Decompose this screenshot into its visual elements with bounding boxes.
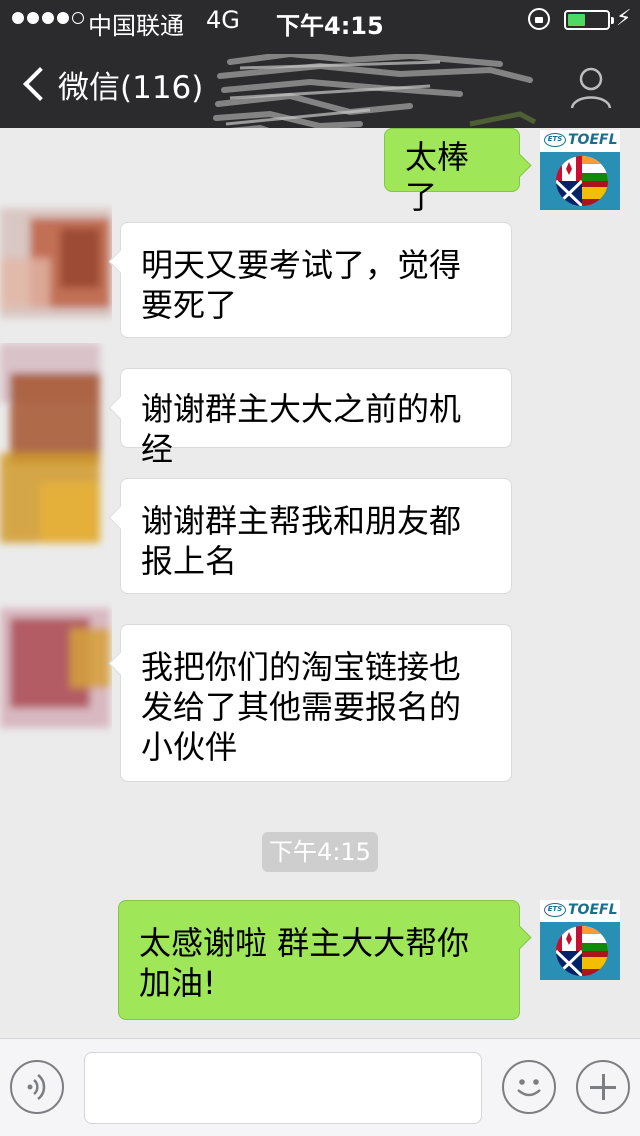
charging-icon: ⚡ <box>616 6 632 31</box>
toefl-brand: TOEFL <box>568 902 618 918</box>
carrier-name: 中国联通 <box>88 12 184 40</box>
blurred-avatar <box>0 208 112 318</box>
emoji-button[interactable] <box>502 1060 556 1114</box>
toefl-avatar[interactable]: ETS TOEFL <box>540 900 620 980</box>
ets-badge: ETS <box>544 133 566 147</box>
nav-bar: 微信(116) <box>0 40 640 149</box>
message-text: 明天又要考试了，觉得要死了 <box>141 246 462 324</box>
plus-button[interactable] <box>576 1060 630 1114</box>
message-bubble-outgoing[interactable]: 太棒了 <box>384 128 520 216</box>
message-bubble-incoming[interactable]: 谢谢群主帮我和朋友都报上名 <box>120 478 512 594</box>
back-button[interactable]: 微信(116) <box>18 60 203 108</box>
lock-rotation-icon <box>528 8 550 30</box>
flags-icon <box>556 156 608 206</box>
flags-icon <box>556 926 608 976</box>
blurred-avatar <box>0 608 110 728</box>
message-text: 太棒了 <box>405 138 470 216</box>
chat-area[interactable]: 太棒了 ETS TOEFL 明天又要考试了，觉得要死了 谢谢群主大大之前的机经 … <box>0 128 640 1038</box>
message-text: 谢谢群主大大之前的机经 <box>141 390 462 468</box>
voice-icon <box>27 1074 46 1100</box>
ets-badge: ETS <box>544 903 566 917</box>
voice-button[interactable] <box>10 1060 64 1114</box>
message-bubble-incoming[interactable]: 明天又要考试了，觉得要死了 <box>120 222 512 338</box>
network-type: 4G <box>206 6 240 34</box>
input-toolbar <box>0 1038 640 1136</box>
blurred-avatar <box>0 343 100 543</box>
person-icon[interactable] <box>566 62 616 112</box>
signal-icon <box>12 12 84 24</box>
status-time: 下午4:15 <box>276 12 384 40</box>
toefl-avatar[interactable]: ETS TOEFL <box>540 130 620 210</box>
message-bubble-incoming[interactable]: 谢谢群主大大之前的机经 <box>120 368 512 468</box>
message-timestamp: 下午4:15 <box>262 832 378 872</box>
chevron-left-icon <box>23 67 57 101</box>
status-bar: 中国联通 4G 下午4:15 ⚡ <box>0 0 640 40</box>
message-input[interactable] <box>84 1052 482 1124</box>
message-bubble-incoming[interactable]: 我把你们的淘宝链接也发给了其他需要报名的小伙伴 <box>120 624 512 782</box>
toefl-brand: TOEFL <box>568 132 618 148</box>
message-text: 我把你们的淘宝链接也发给了其他需要报名的小伙伴 <box>141 648 462 766</box>
message-bubble-outgoing[interactable]: 太感谢啦 群主大大帮你加油! <box>118 900 520 1020</box>
battery-icon <box>564 10 614 30</box>
message-text: 谢谢群主帮我和朋友都报上名 <box>141 502 462 580</box>
message-text: 太感谢啦 群主大大帮你加油! <box>139 924 470 1002</box>
emoji-icon <box>517 1079 541 1097</box>
back-label: 微信(116) <box>58 69 204 106</box>
